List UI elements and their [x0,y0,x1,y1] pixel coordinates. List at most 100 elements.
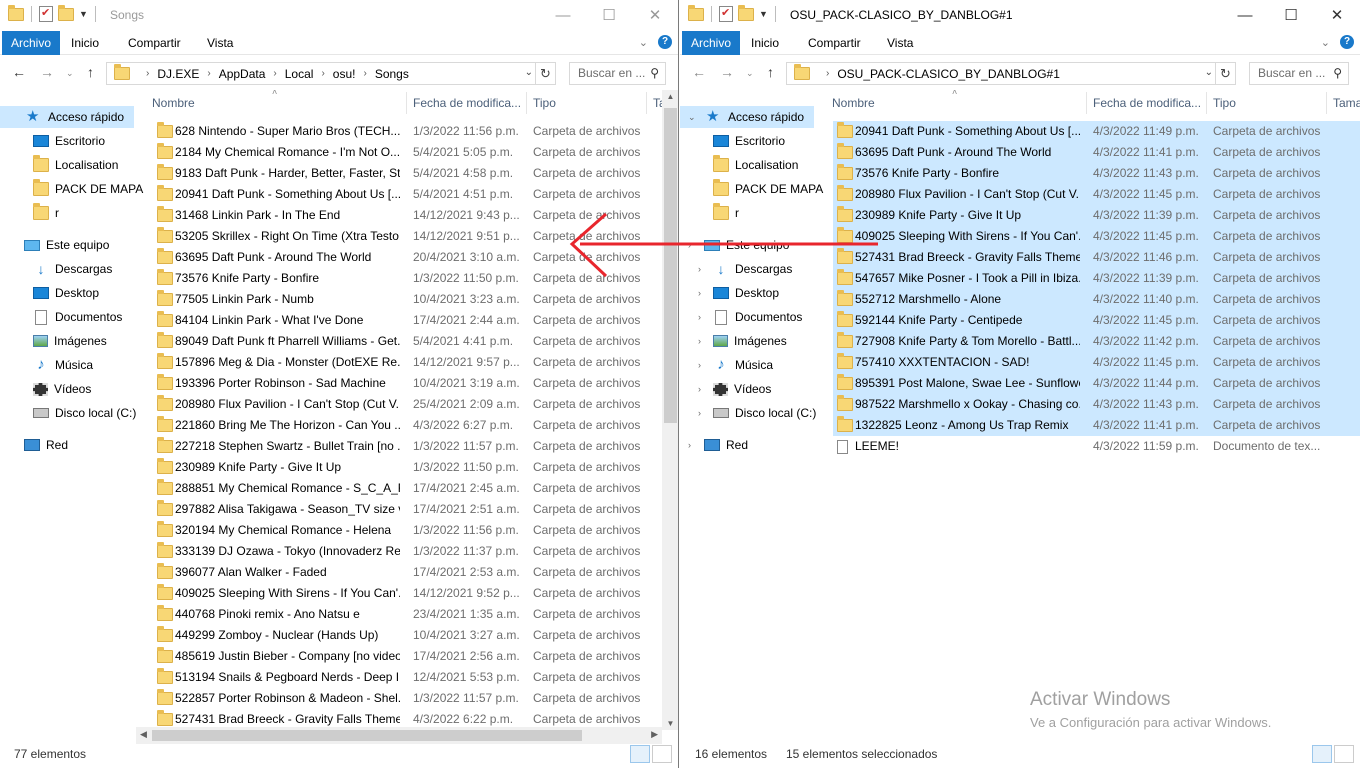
large-icons-view-button[interactable] [652,745,672,763]
vertical-scrollbar[interactable]: ▲ ▼ [662,90,678,730]
breadcrumb-item[interactable]: DJ.EXE [157,67,199,81]
maximize-button[interactable]: ☐ [586,0,632,30]
up-arrow-icon[interactable]: ↑ [87,64,94,80]
file-row[interactable]: LEEME! 4/3/2022 11:59 p.m. Documento de te… [833,436,1360,457]
chevron-down-icon[interactable]: ⌄ [525,67,533,78]
column-type[interactable]: Tipo [533,96,556,110]
search-input[interactable]: Buscar en ... ⚲ [569,62,666,85]
new-folder-icon[interactable] [58,4,74,21]
file-row[interactable]: 547657 Mike Posner - I Took a Pill in Ib… [833,268,1360,289]
column-date[interactable]: Fecha de modifica... [413,96,521,110]
address-bar[interactable]: › OSU_PACK-CLASICO_BY_DANBLOG#1 ⌄ [786,62,1216,85]
file-row[interactable]: 320194 My Chemical Romance - Helena 1/3/2… [153,520,653,541]
recent-locations-icon[interactable]: ⌄ [746,68,754,79]
sidebar-item[interactable]: PACK DE MAPA [713,178,823,200]
breadcrumb-item[interactable]: AppData [219,67,266,81]
recent-locations-icon[interactable]: ⌄ [66,68,74,79]
sidebar-item[interactable]: r [33,202,59,224]
sidebar-item[interactable]: Imágenes [33,330,107,352]
breadcrumb-item[interactable]: Local [285,67,314,81]
file-row[interactable]: 31468 Linkin Park - In The End 14/12/2021… [153,205,653,226]
details-view-button[interactable] [630,745,650,763]
sidebar-item[interactable]: ↓ Descargas [713,258,793,280]
file-row[interactable]: 20941 Daft Punk - Something About Us [..… [153,184,653,205]
maximize-button[interactable]: ☐ [1268,0,1314,30]
file-row[interactable]: 396077 Alan Walker - Faded 17/4/2021 2:53… [153,562,653,583]
sidebar-item[interactable]: ♪ Música [33,354,93,376]
file-row[interactable]: 1322825 Leonz - Among Us Trap Remix 4/3/2… [833,415,1360,436]
file-row[interactable]: 409025 Sleeping With Sirens - If You Can… [153,583,653,604]
search-input[interactable]: Buscar en ... ⚲ [1249,62,1349,85]
large-icons-view-button[interactable] [1334,745,1354,763]
file-row[interactable]: 757410 XXXTENTACION - SAD! 4/3/2022 11:45… [833,352,1360,373]
sidebar-item[interactable]: Disco local (C:) [33,402,136,424]
file-row[interactable]: 522857 Porter Robinson & Madeon - Shel..… [153,688,653,709]
chevron-right-icon[interactable]: › [688,440,691,450]
sidebar-item[interactable]: Red [24,434,68,456]
sidebar-item[interactable]: Red [704,434,748,456]
sidebar-item[interactable]: Escritorio [33,130,105,152]
minimize-button[interactable]: — [540,0,586,30]
scrollbar-thumb[interactable] [664,108,677,423]
minimize-button[interactable]: — [1222,0,1268,30]
file-row[interactable]: 592144 Knife Party - Centipede 4/3/2022 1… [833,310,1360,331]
sidebar-item[interactable]: Localisation [33,154,118,176]
customize-toolbar-icon[interactable]: ▼ [759,9,768,19]
file-row[interactable]: 552712 Marshmello - Alone 4/3/2022 11:40 … [833,289,1360,310]
chevron-right-icon[interactable]: › [698,288,701,298]
file-row[interactable]: 895391 Post Malone, Swae Lee - Sunflower… [833,373,1360,394]
file-row[interactable]: 449299 Zomboy - Nuclear (Hands Up) 10/4/2… [153,625,653,646]
chevron-right-icon[interactable]: › [688,240,691,250]
file-row[interactable]: 77505 Linkin Park - Numb 10/4/2021 3:23 a… [153,289,653,310]
customize-toolbar-icon[interactable]: ▼ [79,9,88,19]
new-folder-icon[interactable] [738,4,754,21]
refresh-button[interactable]: ↻ [536,62,556,85]
file-row[interactable]: 63695 Daft Punk - Around The World 4/3/20… [833,142,1360,163]
file-row[interactable]: 2184 My Chemical Romance - I'm Not O... 5… [153,142,653,163]
chevron-right-icon[interactable]: › [698,408,701,418]
file-row[interactable]: 987522 Marshmello x Ookay - Chasing co..… [833,394,1360,415]
sidebar-item[interactable]: Vídeos [33,378,91,400]
refresh-button[interactable]: ↻ [1216,62,1236,85]
sidebar-item[interactable]: Este equipo [24,234,109,256]
breadcrumb-item[interactable]: Songs [375,67,409,81]
sidebar-item[interactable]: Desktop [33,282,99,304]
file-row[interactable]: 288851 My Chemical Romance - S_C_A_R... 1… [153,478,653,499]
column-name[interactable]: Nombre [832,96,875,110]
file-row[interactable]: 227218 Stephen Swartz - Bullet Train [no… [153,436,653,457]
file-row[interactable]: 485619 Justin Bieber - Company [no video… [153,646,653,667]
up-arrow-icon[interactable]: ↑ [767,64,774,80]
file-row[interactable]: 157896 Meg & Dia - Monster (DotEXE Re...… [153,352,653,373]
chevron-right-icon[interactable]: › [698,360,701,370]
tab-home[interactable]: Inicio [741,31,789,55]
forward-arrow-icon[interactable]: → [720,64,734,80]
file-row[interactable]: 73576 Knife Party - Bonfire 4/3/2022 11:4… [833,163,1360,184]
file-row[interactable]: 527431 Brad Breeck - Gravity Falls Theme… [833,247,1360,268]
tab-file[interactable]: Archivo [682,31,740,55]
column-date[interactable]: Fecha de modifica... [1093,96,1201,110]
expand-ribbon-icon[interactable]: ⌄ [1321,36,1330,49]
tab-file[interactable]: Archivo [2,31,60,55]
file-row[interactable]: 9183 Daft Punk - Harder, Better, Faster,… [153,163,653,184]
tab-view[interactable]: Vista [197,31,243,55]
forward-arrow-icon[interactable]: → [40,64,54,80]
breadcrumb-item[interactable]: OSU_PACK-CLASICO_BY_DANBLOG#1 [837,67,1060,81]
sidebar-item[interactable]: Documentos [33,306,122,328]
sidebar-item[interactable]: Documentos [713,306,802,328]
tab-share[interactable]: Compartir [118,31,191,55]
sidebar-item[interactable]: PACK DE MAPA [33,178,143,200]
file-row[interactable]: 628 Nintendo - Super Mario Bros (TECH...… [153,121,653,142]
file-row[interactable]: 409025 Sleeping With Sirens - If You Can… [833,226,1360,247]
file-row[interactable]: 63695 Daft Punk - Around The World 20/4/2… [153,247,653,268]
file-row[interactable]: 221860 Bring Me The Horizon - Can You ..… [153,415,653,436]
file-row[interactable]: 727908 Knife Party & Tom Morello - Battl… [833,331,1360,352]
file-row[interactable]: 513194 Snails & Pegboard Nerds - Deep I.… [153,667,653,688]
file-row[interactable]: 230989 Knife Party - Give It Up 4/3/2022 … [833,205,1360,226]
sidebar-item[interactable]: Desktop [713,282,779,304]
sidebar-item[interactable]: Localisation [713,154,798,176]
sidebar-item[interactable]: r [713,202,739,224]
sidebar-item[interactable]: Este equipo [704,234,789,256]
chevron-right-icon[interactable]: › [698,312,701,322]
expand-ribbon-icon[interactable]: ⌄ [639,36,648,49]
file-row[interactable]: 89049 Daft Punk ft Pharrell Williams - G… [153,331,653,352]
